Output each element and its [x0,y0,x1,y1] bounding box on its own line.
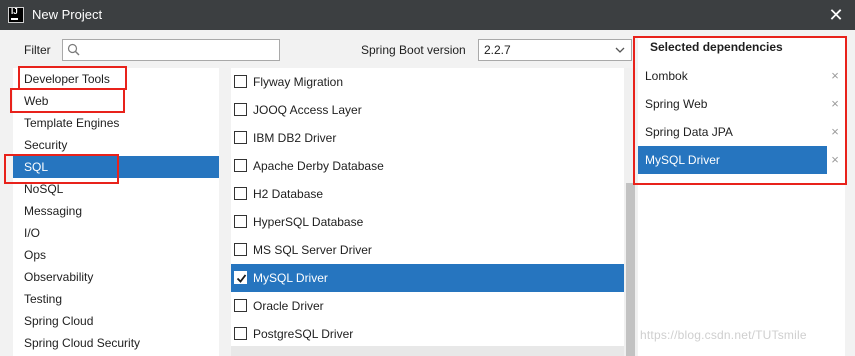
category-messaging[interactable]: Messaging [13,200,219,222]
selected-dependency-mysql-driver[interactable]: MySQL Driver × [638,146,845,174]
selected-dependency-label: Lombok [645,69,688,83]
dependency-list-bottom-edge [231,346,624,356]
selected-dependencies-panel: Selected dependencies Lombok × Spring We… [638,38,845,356]
category-nosql[interactable]: NoSQL [13,178,219,200]
panel-splitter[interactable] [219,68,231,356]
category-developer-tools[interactable]: Developer Tools [13,68,219,90]
dependency-list: Flyway Migration JOOQ Access Layer IBM D… [231,68,624,346]
remove-icon[interactable]: × [828,146,842,174]
remove-icon[interactable]: × [828,62,842,90]
search-input[interactable] [87,42,275,58]
dependency-oracle-driver[interactable]: Oracle Driver [231,292,624,320]
dependency-checkbox[interactable] [234,299,247,312]
category-testing[interactable]: Testing [13,288,219,310]
remove-icon[interactable]: × [828,118,842,146]
category-ops[interactable]: Ops [13,244,219,266]
scrollbar-thumb[interactable] [626,183,635,356]
window-title: New Project [32,7,103,22]
dependency-list-scrollbar[interactable] [624,68,637,356]
filter-label: Filter [24,43,51,57]
dependency-label: Flyway Migration [253,75,344,89]
dependency-ibm-db2-driver[interactable]: IBM DB2 Driver [231,124,624,152]
dependency-mysql-driver[interactable]: MySQL Driver [231,264,624,292]
spring-boot-version-select[interactable]: 2.2.7 [478,39,632,61]
dependency-flyway-migration[interactable]: Flyway Migration [231,68,624,96]
selected-dependency-label: Spring Data JPA [645,125,733,139]
close-icon[interactable]: ✕ [825,4,847,26]
dependency-label: Apache Derby Database [253,159,384,173]
dependency-label: MySQL Driver [253,271,328,285]
dependency-label: HyperSQL Database [253,215,364,229]
dependency-hypersql-database[interactable]: HyperSQL Database [231,208,624,236]
category-spring-cloud-security[interactable]: Spring Cloud Security [13,332,219,354]
intellij-app-icon: IJ [8,7,24,23]
checkmark-icon [236,274,247,283]
category-sql[interactable]: SQL [13,156,219,178]
dependency-checkbox-checked[interactable] [234,271,247,284]
dependency-checkbox[interactable] [234,159,247,172]
spring-boot-version-value: 2.2.7 [484,43,511,57]
dependency-checkbox[interactable] [234,75,247,88]
dependency-label: H2 Database [253,187,324,201]
dependency-label: JOOQ Access Layer [253,103,362,117]
category-list: Developer Tools Web Template Engines Sec… [13,68,219,356]
selected-dependency-label: MySQL Driver [645,153,720,167]
chevron-down-icon[interactable] [613,42,627,58]
remove-icon[interactable]: × [828,90,842,118]
dependency-label: Oracle Driver [253,299,324,313]
dependency-jooq-access-layer[interactable]: JOOQ Access Layer [231,96,624,124]
dependency-apache-derby-database[interactable]: Apache Derby Database [231,152,624,180]
dependency-checkbox[interactable] [234,327,247,340]
search-icon[interactable] [67,43,81,57]
selected-dependency-spring-web[interactable]: Spring Web × [638,90,845,118]
selected-dependency-label: Spring Web [645,97,708,111]
category-spring-cloud[interactable]: Spring Cloud [13,310,219,332]
dependency-label: PostgreSQL Driver [253,327,354,341]
selected-dependency-spring-data-jpa[interactable]: Spring Data JPA × [638,118,845,146]
dependency-label: IBM DB2 Driver [253,131,337,145]
filter-field[interactable] [62,39,280,61]
dependency-checkbox[interactable] [234,103,247,116]
category-template-engines[interactable]: Template Engines [13,112,219,134]
dependency-label: MS SQL Server Driver [253,243,372,257]
selected-dependencies-title: Selected dependencies [650,40,783,54]
dependency-ms-sql-server-driver[interactable]: MS SQL Server Driver [231,236,624,264]
category-io[interactable]: I/O [13,222,219,244]
selected-dependency-lombok[interactable]: Lombok × [638,62,845,90]
title-bar: IJ New Project ✕ [0,0,855,30]
dependency-checkbox[interactable] [234,131,247,144]
category-security[interactable]: Security [13,134,219,156]
dependency-checkbox[interactable] [234,187,247,200]
category-web[interactable]: Web [13,90,219,112]
dependency-checkbox[interactable] [234,243,247,256]
spring-boot-version-label: Spring Boot version [361,43,466,57]
dependency-h2-database[interactable]: H2 Database [231,180,624,208]
watermark: https://blog.csdn.net/TUTsmile [640,328,807,342]
dependency-checkbox[interactable] [234,215,247,228]
dependency-postgresql-driver[interactable]: PostgreSQL Driver [231,320,624,346]
category-observability[interactable]: Observability [13,266,219,288]
app-icon-text: IJ [11,7,18,16]
